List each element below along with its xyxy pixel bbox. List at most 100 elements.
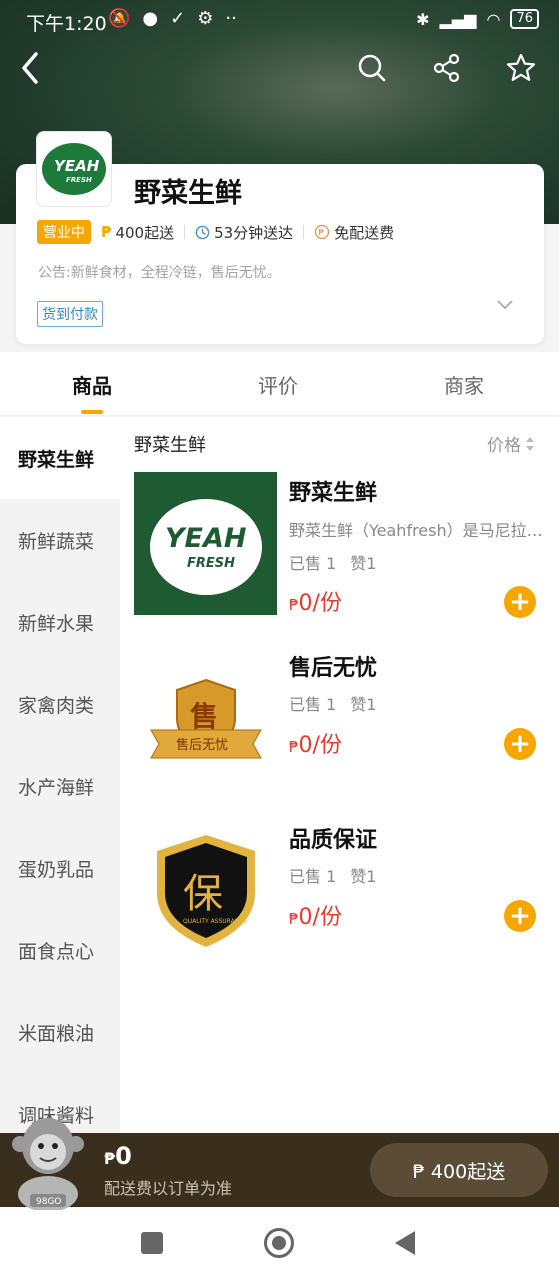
store-name: 野菜生鲜 — [134, 178, 242, 209]
add-to-cart-button[interactable]: + — [504, 586, 536, 618]
product-stats: 已售 1 赞1 — [289, 550, 376, 574]
like-count: 赞1 — [350, 554, 377, 573]
delivery-time: 53分钟送达 — [195, 222, 293, 243]
category-item[interactable]: 家禽肉类 — [0, 663, 120, 745]
delivery-fee: ₱ 免配送费 — [314, 222, 394, 243]
notification-icons: 🔕 ● ✓ ⚙ ·· — [108, 8, 237, 29]
open-status-badge: 营业中 — [37, 220, 91, 244]
tab-products[interactable]: 商品 — [72, 370, 112, 399]
share-icon — [433, 53, 460, 83]
battery-indicator: 76 — [510, 9, 539, 29]
home-button[interactable] — [264, 1228, 294, 1258]
sold-count: 已售 1 — [289, 554, 337, 573]
quality-shield-icon: 保 QUALITY ASSURANCE — [156, 834, 255, 947]
svg-text:售后无忧: 售后无忧 — [176, 737, 228, 753]
add-to-cart-button[interactable]: + — [504, 900, 536, 932]
cart-total: ₱0 — [104, 1142, 132, 1170]
store-notice: 公告:新鲜食材，全程冷链，售后无忧。 — [38, 265, 281, 281]
svg-text:售: 售 — [190, 700, 218, 733]
currency-symbol: ₱ — [289, 738, 299, 756]
store-meta: 营业中 ₱ 400起送 53分钟送达 ₱ 免配送费 — [37, 220, 394, 244]
after-sales-badge-icon: 售 售后无忧 — [149, 678, 262, 758]
delivery-fee-icon: ₱ — [315, 224, 330, 240]
yeahfresh-logo-icon: YEAH FRESH — [42, 143, 106, 195]
divider — [184, 225, 186, 239]
price-value: 0/份 — [298, 905, 342, 930]
like-count: 赞1 — [350, 695, 377, 714]
category-item[interactable]: 野菜生鲜 — [0, 417, 120, 499]
svg-text:YEAH: YEAH — [54, 157, 100, 175]
back-button[interactable] — [12, 50, 48, 86]
cart-total-value: 0 — [115, 1142, 132, 1170]
check-icon: ✓ — [170, 8, 186, 29]
category-item[interactable]: 新鲜蔬菜 — [0, 499, 120, 581]
tab-reviews[interactable]: 评价 — [258, 370, 298, 399]
sold-count: 已售 1 — [289, 695, 337, 714]
sold-count: 已售 1 — [289, 867, 337, 886]
recents-button[interactable] — [141, 1232, 163, 1254]
svg-text:FRESH: FRESH — [66, 176, 92, 184]
monkey-mascot-icon: 98GO — [12, 1118, 84, 1212]
chevron-left-icon — [22, 52, 38, 84]
search-icon — [358, 54, 386, 82]
product-price: ₱0/份 — [289, 727, 342, 759]
signal-icon: ▂▄▆ — [439, 9, 477, 29]
product-item[interactable]: YEAH FRESH 野菜生鲜 野菜生鲜（Yeahfresh）是马尼拉的生鲜平台… — [134, 472, 554, 622]
price-sort-button[interactable]: 价格 — [487, 431, 535, 456]
delivery-time-label: 53分钟送达 — [214, 223, 294, 242]
category-sidebar: 野菜生鲜 新鲜蔬菜 新鲜水果 家禽肉类 水产海鲜 蛋奶乳品 面食点心 米面粮油 … — [0, 417, 120, 1133]
product-stats: 已售 1 赞1 — [289, 863, 376, 887]
product-list: 野菜生鲜 价格 YEAH FRESH 野菜生鲜 野菜生鲜（Yeahfresh）是… — [120, 417, 559, 1133]
sort-arrows-icon — [526, 436, 534, 451]
plus-icon: + — [509, 587, 531, 617]
active-tab-indicator — [81, 410, 103, 414]
search-button[interactable] — [354, 50, 390, 86]
category-item[interactable]: 水产海鲜 — [0, 745, 120, 827]
settings-icon: ⚙ — [197, 8, 214, 29]
product-name: 售后无忧 — [289, 656, 378, 681]
delivery-fee-label: 免配送费 — [334, 223, 395, 242]
min-order-label: 400起送 — [115, 223, 175, 242]
delivery-fee-note: 配送费以订单为准 — [104, 1179, 233, 1198]
product-price: ₱0/份 — [289, 899, 342, 931]
svg-text:QUALITY ASSURANCE: QUALITY ASSURANCE — [183, 918, 247, 925]
category-item[interactable]: 新鲜水果 — [0, 581, 120, 663]
product-name: 品质保证 — [289, 828, 378, 853]
chevron-down-icon — [497, 300, 513, 310]
store-tabs: 商品 评价 商家 — [0, 352, 559, 416]
store-logo: YEAH FRESH — [36, 131, 112, 207]
svg-text:YEAH: YEAH — [165, 523, 247, 554]
cash-on-delivery-tag: 货到付款 — [37, 301, 103, 327]
more-icon: ·· — [225, 8, 237, 29]
cart-button[interactable]: 98GO — [10, 1114, 86, 1212]
svg-text:FRESH: FRESH — [187, 556, 235, 571]
system-navigation-bar — [0, 1207, 559, 1280]
bluetooth-icon: ✱ — [416, 9, 430, 29]
share-button[interactable] — [429, 50, 465, 86]
product-stats: 已售 1 赞1 — [289, 691, 376, 715]
chat-icon: ● — [142, 8, 159, 29]
price-value: 0/份 — [298, 733, 342, 758]
category-item[interactable]: 面食点心 — [0, 909, 120, 991]
currency-symbol: ₱ — [289, 910, 299, 928]
add-to-cart-button[interactable]: + — [504, 728, 536, 760]
system-icons: ✱ ▂▄▆ ◠ 76 — [416, 9, 539, 29]
checkout-button[interactable]: ₱ 400起送 — [370, 1143, 548, 1197]
sort-label: 价格 — [487, 436, 521, 456]
category-item[interactable]: 蛋奶乳品 — [0, 827, 120, 909]
favorite-button[interactable] — [503, 50, 539, 86]
section-title: 野菜生鲜 — [134, 435, 206, 456]
product-image: YEAH FRESH — [134, 472, 277, 615]
divider — [303, 225, 305, 239]
product-item[interactable]: 售 售后无忧 售后无忧 已售 1 赞1 ₱0/份 + — [134, 647, 554, 797]
price-value: 0/份 — [298, 591, 342, 616]
plus-icon: + — [509, 729, 531, 759]
tab-merchant[interactable]: 商家 — [444, 370, 484, 399]
expand-store-info-button[interactable] — [496, 296, 514, 315]
star-icon — [506, 53, 536, 81]
product-item[interactable]: 保 QUALITY ASSURANCE 品质保证 已售 1 赞1 ₱0/份 + — [134, 819, 554, 969]
category-item[interactable]: 米面粮油 — [0, 991, 120, 1073]
product-price: ₱0/份 — [289, 585, 342, 617]
wifi-icon: ◠ — [486, 9, 501, 29]
system-back-button[interactable] — [395, 1231, 415, 1255]
